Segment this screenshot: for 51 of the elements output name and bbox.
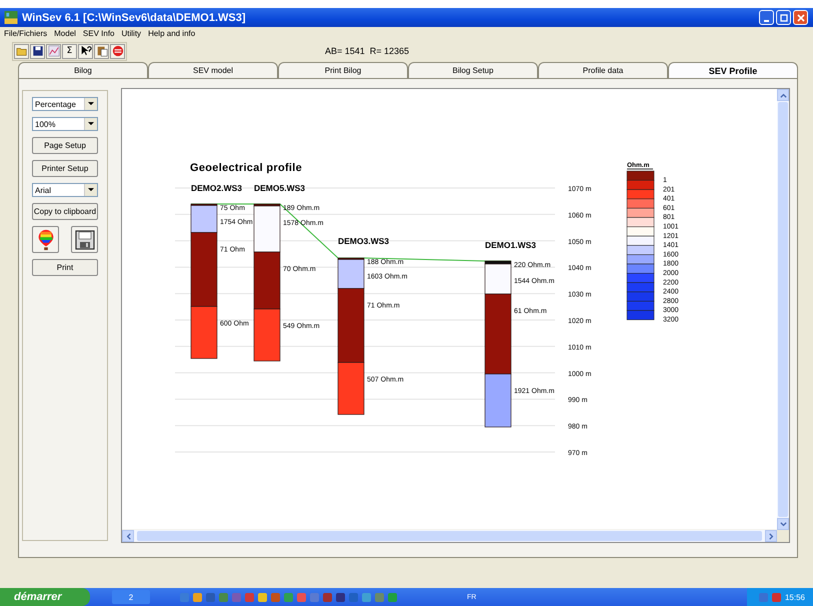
printer-setup-button[interactable]: Printer Setup <box>32 160 98 177</box>
font-dropdown[interactable]: Arial <box>32 183 98 197</box>
open-folder-icon[interactable] <box>14 44 29 58</box>
menu-item[interactable]: SEV Info <box>82 29 114 38</box>
maximize-icon <box>778 12 788 22</box>
scroll-right-icon[interactable] <box>765 530 777 542</box>
scroll-down-icon[interactable] <box>777 518 789 530</box>
minimize-button[interactable] <box>759 10 774 25</box>
minimize-icon <box>764 20 769 22</box>
sounding-name: DEMO5.WS3 <box>254 183 306 193</box>
close-button[interactable] <box>793 10 808 25</box>
maximize-button[interactable] <box>776 10 791 25</box>
print-button[interactable]: Print <box>32 259 98 276</box>
save-icon[interactable] <box>30 44 45 58</box>
tab[interactable]: SEV model <box>148 62 278 78</box>
scale-dropdown[interactable]: Percentage <box>32 97 98 111</box>
sounding-name: DEMO3.WS3 <box>338 236 390 246</box>
taskbar-group-button[interactable]: 2 <box>112 590 150 604</box>
menu-item[interactable]: Utility <box>122 29 142 38</box>
copy-button[interactable]: Copy to clipboard <box>32 203 98 220</box>
clock-text: 15:56 <box>784 592 805 602</box>
menu-item[interactable]: File/Fichiers <box>4 29 48 38</box>
app-icon <box>4 11 18 24</box>
stop-icon[interactable] <box>110 44 125 58</box>
page-setup-button[interactable]: Page Setup <box>32 137 98 154</box>
tab[interactable]: Bilog Setup <box>408 62 538 78</box>
horizontal-scrollbar[interactable] <box>122 530 789 542</box>
help-pointer-icon[interactable] <box>78 44 93 58</box>
balloon-icon[interactable] <box>32 226 59 253</box>
readout-text: AB= 1541 R= 12365 <box>325 46 410 56</box>
zoom-dropdown[interactable]: 100% <box>32 117 98 131</box>
sum-button[interactable]: Σ <box>62 44 77 58</box>
tab[interactable]: Profile data <box>538 62 668 78</box>
scroll-thumb[interactable] <box>778 102 788 517</box>
sounding-name: DEMO1.WS3 <box>485 240 536 250</box>
vertical-scrollbar[interactable] <box>777 89 789 530</box>
menu-item[interactable]: Model <box>54 29 76 38</box>
tab[interactable]: SEV Profile <box>668 62 798 78</box>
profile-title: Geoelectrical profile <box>190 162 302 174</box>
chart-icon[interactable] <box>46 44 61 58</box>
scroll-left-icon[interactable] <box>122 530 134 542</box>
scrollbar-corner <box>777 530 789 542</box>
window-title: WinSev 6.1 [C:\WinSev6\data\DEMO1.WS3] <box>22 12 247 24</box>
scroll-thumb[interactable] <box>137 531 762 541</box>
scroll-up-icon[interactable] <box>777 89 789 101</box>
sounding-name: DEMO2.WS3 <box>191 183 242 193</box>
tab[interactable]: Print Bilog <box>278 62 408 78</box>
clipboard-icon[interactable] <box>94 44 109 58</box>
close-icon <box>796 12 806 22</box>
menu-item[interactable]: Help and info <box>148 29 196 38</box>
tab[interactable]: Bilog <box>18 62 148 78</box>
